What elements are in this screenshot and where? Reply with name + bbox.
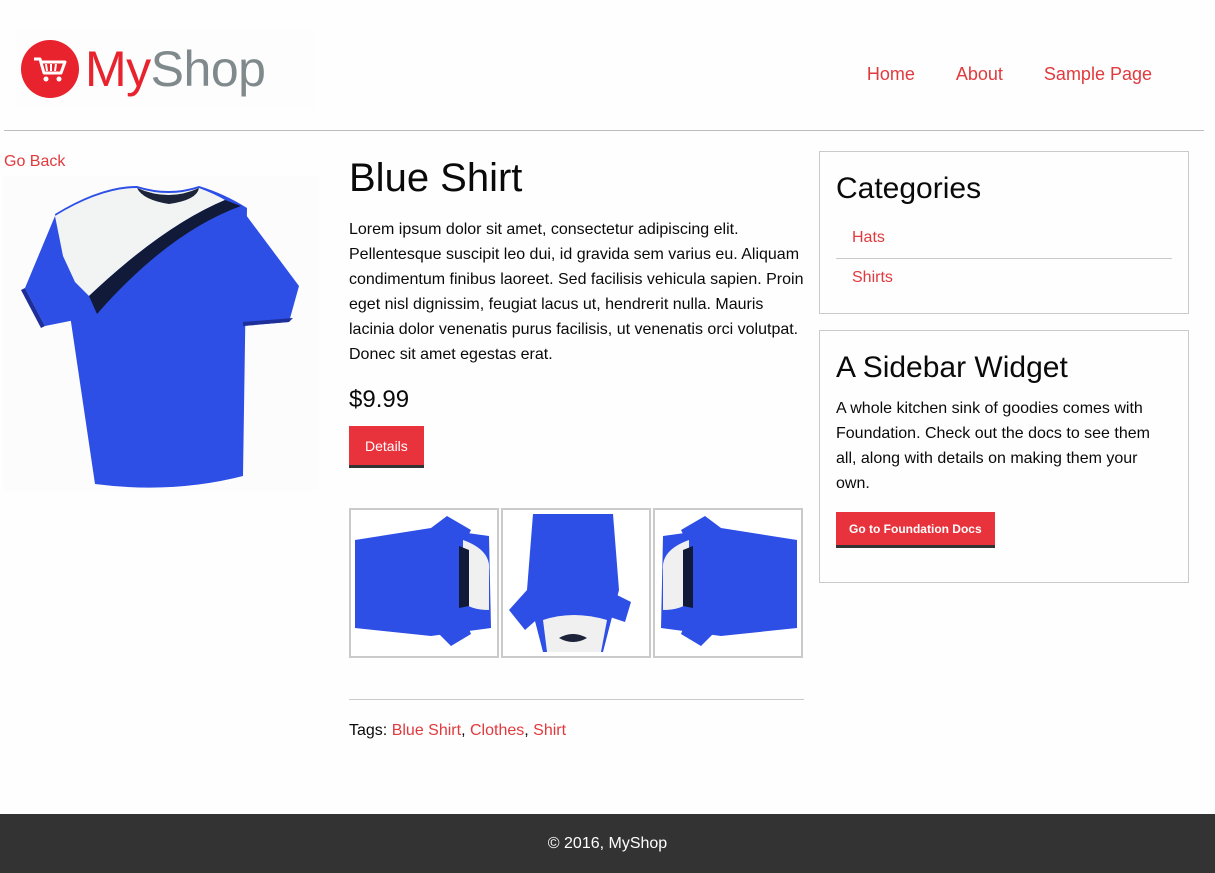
product-description: Lorem ipsum dolor sit amet, consectetur … <box>349 221 804 363</box>
categories-list: Hats Shirts <box>836 219 1172 298</box>
details-button[interactable]: Details <box>349 426 424 468</box>
thumbnail-3[interactable] <box>653 508 803 658</box>
nav-about[interactable]: About <box>956 64 1003 85</box>
tag-clothes[interactable]: Clothes <box>470 722 524 739</box>
site-logo[interactable]: MyShop <box>16 30 316 108</box>
product-title: Blue Shirt <box>349 156 523 200</box>
site-footer: © 2016, MyShop <box>0 814 1215 873</box>
header-divider <box>4 130 1204 131</box>
product-price: $9.99 <box>349 386 410 413</box>
product-divider <box>349 699 804 700</box>
tag-shirt[interactable]: Shirt <box>533 722 566 739</box>
site-header: MyShop Home About Sample Page <box>0 0 1215 131</box>
sidebar-widget-title: A Sidebar Widget <box>836 351 1068 384</box>
product-thumbnails <box>349 508 803 658</box>
tag-separator: , <box>524 722 529 739</box>
category-item: Hats <box>836 219 1172 258</box>
tags-label: Tags: <box>349 722 388 739</box>
categories-title: Categories <box>836 172 982 205</box>
sidebar-widget-text: A whole kitchen sink of goodies comes wi… <box>836 400 1150 492</box>
go-back-link[interactable]: Go Back <box>4 153 65 171</box>
logo-text-shop: Shop <box>150 41 266 97</box>
thumbnail-1[interactable] <box>349 508 499 658</box>
product-details: Blue Shirt Lorem ipsum dolor sit amet, c… <box>349 153 804 468</box>
category-item: Shirts <box>836 258 1172 298</box>
tag-blue-shirt[interactable]: Blue Shirt <box>392 722 461 739</box>
logo-wordmark: MyShop <box>85 41 266 97</box>
nav-home[interactable]: Home <box>867 64 915 85</box>
tag-separator: , <box>461 722 466 739</box>
thumbnail-2[interactable] <box>501 508 651 658</box>
logo-text-my: My <box>85 41 151 97</box>
foundation-docs-button[interactable]: Go to Foundation Docs <box>836 512 995 548</box>
category-shirts[interactable]: Shirts <box>852 269 893 286</box>
footer-copyright: © 2016, MyShop <box>547 834 668 852</box>
product-tags: Tags: Blue Shirt, Clothes, Shirt <box>349 722 566 740</box>
product-main-image[interactable] <box>3 176 319 491</box>
categories-widget: Categories Hats Shirts <box>819 151 1189 314</box>
sidebar-widget: A Sidebar Widget A whole kitchen sink of… <box>819 330 1189 583</box>
category-hats[interactable]: Hats <box>852 229 885 246</box>
nav-sample-page[interactable]: Sample Page <box>1044 64 1152 85</box>
main-nav: Home About Sample Page <box>867 64 1152 85</box>
shopping-cart-icon <box>21 40 79 98</box>
